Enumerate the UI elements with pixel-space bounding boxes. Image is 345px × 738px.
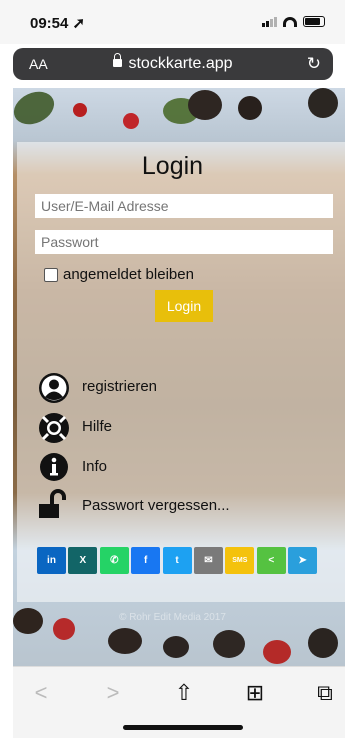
username-input[interactable]	[35, 194, 333, 218]
battery-icon	[303, 16, 325, 27]
share-bar: in X ✆ f t ✉ SMS < ➤	[37, 547, 320, 574]
domain-text: stockkarte.app	[128, 55, 233, 72]
back-icon[interactable]: <	[29, 681, 53, 705]
whatsapp-share-button[interactable]: ✆	[99, 547, 129, 574]
xing-share-button[interactable]: X	[68, 547, 98, 574]
remember-checkbox[interactable]	[44, 268, 58, 282]
bookmarks-icon[interactable]: ⊞	[243, 681, 267, 705]
share-button[interactable]: <	[256, 547, 286, 574]
status-bar: 09:54 ➚	[0, 0, 345, 44]
menu-label-forgot-password: Passwort vergessen...	[82, 497, 230, 514]
telegram-share-button[interactable]: ➤	[288, 547, 318, 574]
copyright-text: © Rohr Edit Media 2017	[119, 612, 226, 623]
menu-label-help: Hilfe	[82, 418, 113, 435]
url-bar[interactable]: AA stockkarte.app ↻	[13, 48, 333, 80]
facebook-share-button[interactable]: f	[131, 547, 161, 574]
lock-icon	[113, 52, 123, 67]
user-icon	[39, 373, 69, 403]
login-title: Login	[141, 152, 204, 180]
linkedin-share-button[interactable]: in	[37, 547, 66, 574]
share-icon[interactable]: ⇧	[172, 681, 196, 705]
login-button[interactable]: Login	[155, 290, 213, 322]
sms-share-button[interactable]: SMS	[225, 547, 255, 574]
email-share-button[interactable]: ✉	[193, 547, 223, 574]
home-indicator	[123, 725, 243, 730]
tabs-icon[interactable]: ⧉	[313, 681, 337, 705]
reload-icon[interactable]: ↻	[307, 54, 321, 74]
lifebuoy-icon	[39, 413, 69, 443]
status-time: 09:54 ➚	[30, 15, 86, 32]
remember-label: angemeldet bleiben	[63, 266, 194, 283]
info-icon	[40, 453, 68, 481]
twitter-share-button[interactable]: t	[162, 547, 192, 574]
forward-icon[interactable]: >	[101, 681, 125, 705]
menu-label-register: registrieren	[82, 378, 158, 395]
unlock-icon	[39, 489, 66, 518]
address-field[interactable]: stockkarte.app	[13, 52, 333, 73]
menu-label-info: Info	[82, 458, 108, 475]
signal-icon	[262, 17, 277, 27]
status-icons	[262, 16, 325, 27]
password-input[interactable]	[35, 230, 333, 254]
wifi-icon	[283, 17, 297, 27]
